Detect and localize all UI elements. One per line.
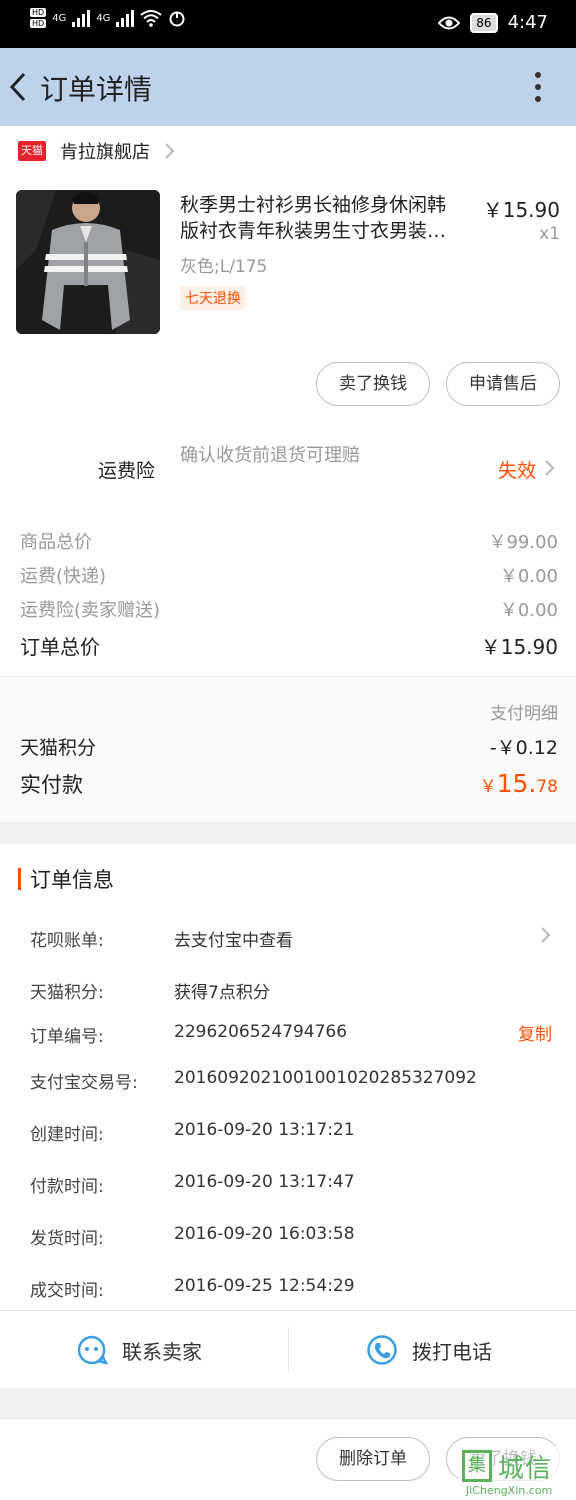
sell-for-cash-button[interactable]: 卖了换钱: [316, 362, 430, 406]
order-info-title: 订单信息: [30, 868, 114, 892]
points-label: 天猫积分: [20, 737, 97, 759]
return-policy-badge: 七天退换: [180, 286, 246, 310]
payment-card: 支付明细 天猫积分 -￥0.12 实付款 ￥15.78: [0, 676, 576, 822]
chevron-right-icon[interactable]: [544, 459, 555, 477]
goods-total-label: 商品总价: [20, 532, 92, 553]
info-value: 2296206524794766: [174, 1022, 348, 1042]
product-title[interactable]: 秋季男士衬衫男长袖修身休闲韩 版衬衣青年秋装男生寸衣男装…: [180, 192, 474, 244]
network-label: 4G: [96, 12, 111, 24]
order-info-card: 订单信息 花呗账单: 去支付宝中查看 天猫积分: 获得7点积分 订单编号: 22…: [0, 844, 576, 1388]
contact-seller-button[interactable]: 联系卖家: [76, 1311, 202, 1389]
created-time-row: 创建时间: 2016-09-20 13:17:21: [0, 1120, 576, 1150]
info-key: 天猫积分:: [30, 983, 104, 1003]
points-value: -￥0.12: [489, 737, 558, 759]
product-price: ￥15.90: [482, 198, 560, 222]
page-title: 订单详情: [40, 73, 153, 106]
paid-amount-value: ￥15.78: [479, 769, 558, 798]
section-accent-bar: [18, 868, 21, 890]
info-value: 2016-09-20 16:03:58: [174, 1224, 355, 1244]
info-key: 订单编号:: [30, 1027, 104, 1047]
info-key: 支付宝交易号:: [30, 1073, 138, 1093]
clock: 4:47: [507, 12, 548, 33]
call-phone-label: 拨打电话: [412, 1339, 492, 1364]
divider: [288, 1327, 289, 1371]
navigation-bar: 订单详情: [0, 48, 576, 126]
chevron-right-icon[interactable]: [540, 926, 551, 944]
info-key: 成交时间:: [30, 1281, 104, 1301]
phone-icon: [367, 1335, 397, 1365]
delete-order-button[interactable]: 删除订单: [316, 1437, 430, 1481]
product-title-line: 版衬衣青年秋装男生寸衣男装…: [180, 220, 447, 242]
battery-level: 86: [470, 12, 498, 33]
info-key: 创建时间:: [30, 1125, 104, 1145]
product-title-line: 秋季男士衬衫男长袖修身休闲韩: [180, 194, 447, 216]
call-phone-button[interactable]: 拨打电话: [366, 1311, 492, 1389]
signal-icon: [72, 9, 91, 27]
watermark-text: 城信: [498, 1454, 553, 1484]
apply-aftersale-button[interactable]: 申请售后: [446, 362, 560, 406]
chevron-right-icon: [165, 143, 175, 159]
insurance-fee-label: 运费险(卖家赠送): [20, 600, 161, 621]
hd-badge: HD: [30, 19, 47, 28]
shipping-fee-value: ￥0.00: [499, 566, 558, 587]
tmall-logo-icon: 天猫: [18, 141, 46, 161]
chat-bubble-icon: [77, 1335, 108, 1365]
info-value: 2016-09-20 13:17:21: [174, 1120, 355, 1140]
sync-icon: [169, 11, 185, 27]
huabei-bill-row[interactable]: 花呗账单: 去支付宝中查看: [0, 926, 576, 956]
wifi-icon: [140, 10, 163, 27]
product-image[interactable]: [16, 190, 160, 334]
watermark-logo-icon: 集: [462, 1450, 492, 1482]
contact-bar: 联系卖家 拨打电话: [0, 1310, 576, 1388]
closed-time-row: 成交时间: 2016-09-25 12:54:29: [0, 1276, 576, 1306]
order-total-value: ￥15.90: [480, 635, 558, 659]
order-card: 天猫 肯拉旗舰店 秋季男士衬衫男长袖修身休闲韩 版衬衣青年秋装男生寸衣男装… ￥…: [0, 126, 576, 676]
info-value: 2016092021001001020285327092: [174, 1068, 477, 1088]
hd-badge: HD: [30, 8, 47, 17]
info-key: 付款时间:: [30, 1177, 104, 1197]
info-key: 花呗账单:: [30, 931, 104, 951]
back-arrow-icon[interactable]: [6, 68, 32, 106]
shipping-insurance-status[interactable]: 失效: [498, 456, 536, 483]
order-number-row: 订单编号: 2296206524794766: [0, 1022, 576, 1052]
insurance-fee-value: ￥0.00: [499, 600, 558, 621]
shipping-insurance-label: 运费险: [98, 460, 156, 482]
product-quantity: x1: [539, 224, 560, 244]
info-value: 2016-09-20 13:17:47: [174, 1172, 355, 1192]
info-key: 发货时间:: [30, 1229, 104, 1249]
goods-total-value: ￥99.00: [488, 532, 558, 553]
shop-name: 肯拉旗舰店: [60, 142, 150, 163]
shipping-fee-label: 运费(快递): [20, 566, 107, 587]
watermark-url: JiChengXin.com: [466, 1484, 553, 1497]
info-value: 获得7点积分: [174, 983, 270, 1003]
info-value: 2016-09-25 12:54:29: [174, 1276, 355, 1296]
product-sku: 灰色;L/175: [180, 257, 268, 277]
signal-icon: [116, 9, 135, 27]
copy-order-number-button[interactable]: 复制: [518, 1020, 552, 1045]
paid-time-row: 付款时间: 2016-09-20 13:17:47: [0, 1172, 576, 1202]
alipay-trade-row: 支付宝交易号: 2016092021001001020285327092: [0, 1068, 576, 1098]
tmall-points-row: 天猫积分: 获得7点积分: [0, 978, 576, 1008]
network-label: 4G: [52, 12, 67, 24]
shipping-insurance-desc: 确认收货前退货可理赔: [180, 445, 360, 466]
paid-amount-label: 实付款: [20, 773, 83, 797]
more-options-icon[interactable]: [526, 70, 550, 104]
payment-detail-link[interactable]: 支付明细: [490, 699, 558, 724]
shop-link[interactable]: 天猫 肯拉旗舰店: [18, 136, 176, 166]
eye-icon: [438, 16, 461, 29]
contact-seller-label: 联系卖家: [122, 1339, 202, 1364]
status-bar: HD HD 4G 4G 86 4:47: [0, 0, 576, 48]
info-value: 去支付宝中查看: [174, 931, 293, 951]
shipped-time-row: 发货时间: 2016-09-20 16:03:58: [0, 1224, 576, 1254]
order-total-label: 订单总价: [20, 635, 100, 659]
site-watermark: 集 城信 JiChengXin.com: [458, 1446, 576, 1500]
